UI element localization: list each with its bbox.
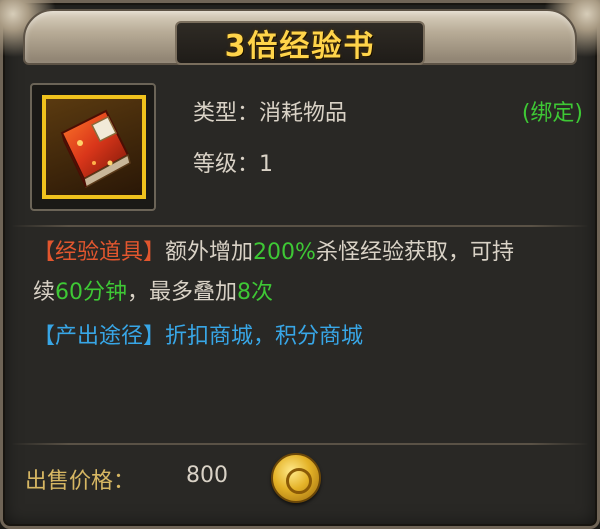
title-plate: 3倍经验书 <box>175 21 425 65</box>
bonus-percent: 200% <box>253 240 316 265</box>
type-value: 消耗物品 <box>259 101 348 126</box>
desc-text: ，最多叠加 <box>127 280 238 305</box>
tag-source: 【产出途径】 <box>33 324 166 349</box>
duration: 60分钟 <box>55 280 128 305</box>
sell-price-label: 出售价格： <box>25 469 136 494</box>
desc-text: 杀怪经验获取，可持 <box>315 240 514 265</box>
source-text: 折扣商城，积分商城 <box>165 324 364 349</box>
item-tooltip-panel: 3倍经验书 类型：消耗物品 等级：1 (绑定) 【经验道具】额外增加200%杀怪… <box>0 0 600 529</box>
description-line-1: 【经验道具】额外增加200%杀怪经验获取，可持 <box>33 231 577 275</box>
divider <box>11 225 589 227</box>
sell-price-value: 800 <box>186 463 228 488</box>
item-type: 类型：消耗物品 <box>193 95 347 127</box>
type-label: 类型： <box>193 101 260 126</box>
item-title: 3倍经验书 <box>224 29 376 64</box>
gold-coin-icon <box>271 453 321 503</box>
level-value: 1 <box>259 152 274 177</box>
max-stack: 8次 <box>237 280 274 305</box>
title-bar: 3倍经验书 <box>23 9 577 65</box>
item-level: 等级：1 <box>193 146 273 178</box>
level-label: 等级： <box>193 152 260 177</box>
divider <box>11 443 589 445</box>
red-book-icon <box>42 95 146 199</box>
description-line-2: 续60分钟，最多叠加8次 <box>33 271 577 315</box>
desc-text: 续 <box>33 280 56 305</box>
description-line-3: 【产出途径】折扣商城，积分商城 <box>33 315 577 359</box>
desc-text: 额外增加 <box>165 240 254 265</box>
item-icon-frame <box>30 83 156 211</box>
tag-experience-item: 【经验道具】 <box>33 240 166 265</box>
bind-status: (绑定) <box>521 101 583 126</box>
